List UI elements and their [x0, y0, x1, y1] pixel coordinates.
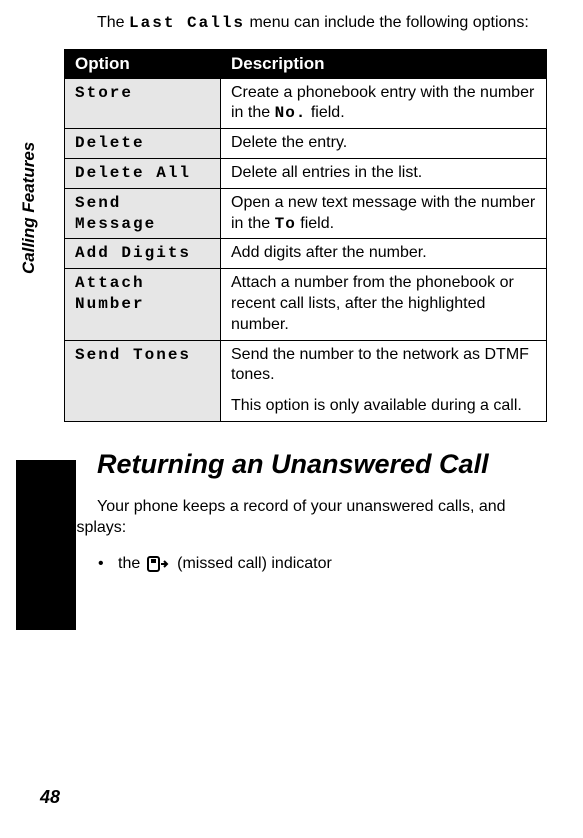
table-row: Attach Number Attach a number from the p…	[65, 269, 547, 340]
section-body: Your phone keeps a record of your unansw…	[64, 496, 547, 539]
intro-menu-name: Last Calls	[129, 14, 245, 32]
table-row: Delete All Delete all entries in the lis…	[65, 158, 547, 188]
opt-add-digits: Add Digits	[65, 239, 221, 269]
desc-send-tones: Send the number to the network as DTMF t…	[221, 340, 547, 421]
intro-post: menu can include the following options:	[245, 14, 529, 31]
table-row: Delete Delete the entry.	[65, 129, 547, 159]
desc-attach-number: Attach a number from the phonebook or re…	[221, 269, 547, 340]
intro-paragraph: The Last Calls menu can include the foll…	[97, 12, 547, 35]
page-number: 48	[40, 787, 60, 808]
opt-delete-all: Delete All	[65, 158, 221, 188]
intro-pre: The	[97, 14, 129, 31]
opt-store: Store	[65, 78, 221, 129]
missed-call-icon	[147, 556, 171, 572]
bullet-list: the (missed call) indicator	[98, 553, 547, 575]
side-label: Calling Features	[19, 74, 39, 274]
section-title: Returning an Unanswered Call	[97, 450, 547, 480]
opt-send-tones: Send Tones	[65, 340, 221, 421]
table-header-row: Option Description	[65, 49, 547, 78]
table-row: Add Digits Add digits after the number.	[65, 239, 547, 269]
list-item: the (missed call) indicator	[98, 553, 547, 575]
table-row: Store Create a phonebook entry with the …	[65, 78, 547, 129]
desc-send-message: Open a new text message with the number …	[221, 188, 547, 239]
phone-icon	[20, 458, 90, 528]
table-row: Send Message Open a new text message wit…	[65, 188, 547, 239]
options-table: Option Description Store Create a phoneb…	[64, 49, 547, 422]
desc-delete-all: Delete all entries in the list.	[221, 158, 547, 188]
desc-store: Create a phonebook entry with the number…	[221, 78, 547, 129]
opt-send-message: Send Message	[65, 188, 221, 239]
desc-add-digits: Add digits after the number.	[221, 239, 547, 269]
opt-delete: Delete	[65, 129, 221, 159]
header-description: Description	[221, 49, 547, 78]
opt-attach-number: Attach Number	[65, 269, 221, 340]
table-row: Send Tones Send the number to the networ…	[65, 340, 547, 421]
desc-delete: Delete the entry.	[221, 129, 547, 159]
header-option: Option	[65, 49, 221, 78]
section-returning-call: Returning an Unanswered Call Your phone …	[64, 450, 547, 575]
